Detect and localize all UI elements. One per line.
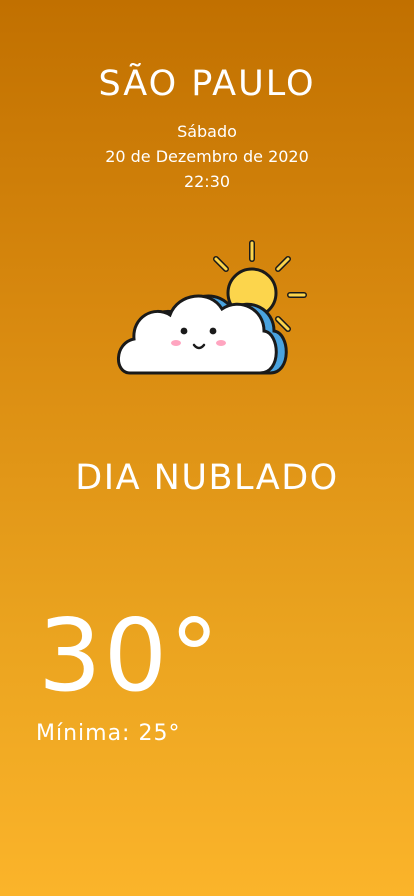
weather-condition: DIA NUBLADO (75, 458, 339, 498)
time: 22:30 (183, 172, 231, 191)
current-temperature: 30° (38, 597, 222, 714)
city-name: SÃO PAULO (98, 64, 316, 104)
partly-cloudy-icon (117, 240, 307, 375)
date-time-block: Sábado 20 de Dezembro de 2020 22:30 (0, 119, 414, 194)
weather-screen: SÃO PAULO Sábado 20 de Dezembro de 2020 … (0, 0, 414, 896)
full-date: 20 de Dezembro de 2020 (105, 147, 309, 166)
minimum-temperature: Mínima: 25° (36, 721, 181, 746)
weekday: Sábado (177, 122, 237, 141)
